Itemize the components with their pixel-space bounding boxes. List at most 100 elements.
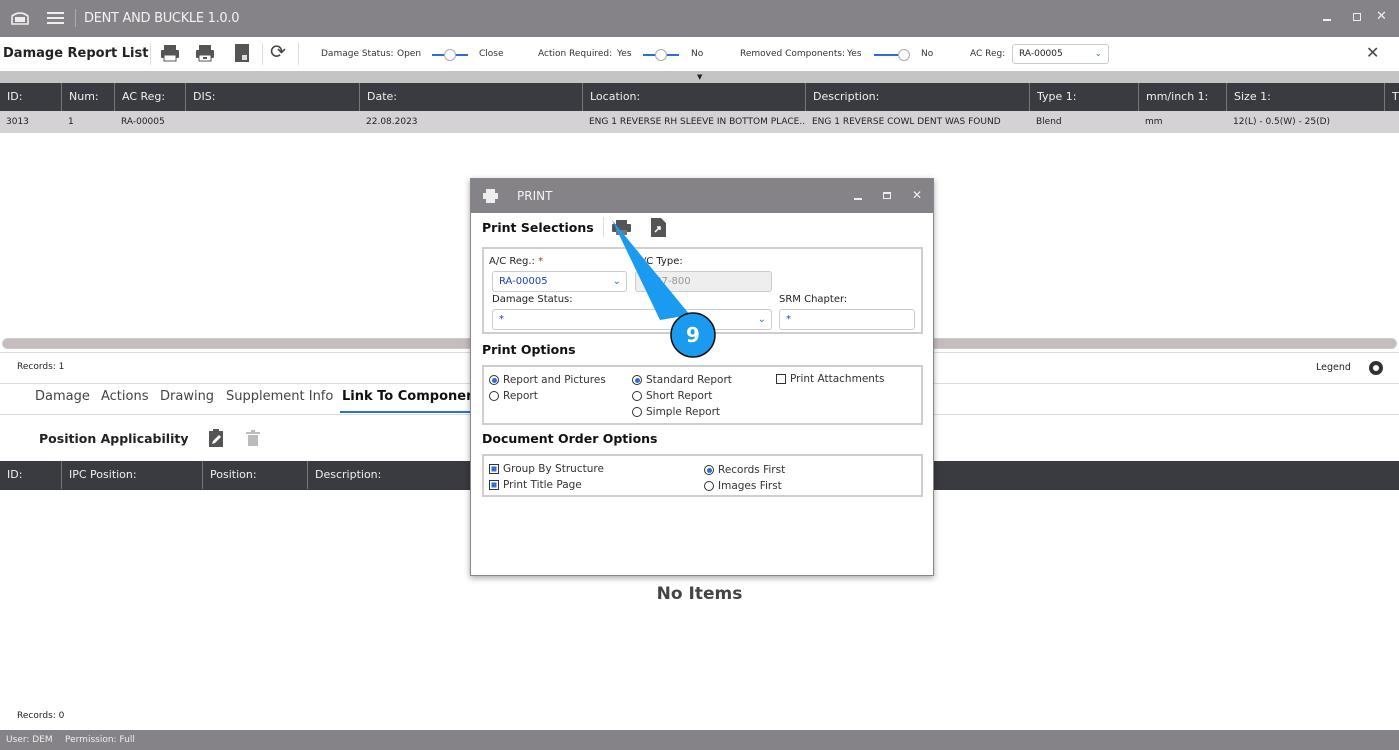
damage-status-close: Close [479, 49, 504, 59]
srm-chapter-input[interactable]: * [779, 309, 915, 330]
col-location[interactable]: Location: [583, 83, 806, 111]
ac-reg-label: A/C Reg.: * [489, 256, 544, 267]
srm-chapter-label: SRM Chapter: [779, 294, 848, 305]
tab-link-to-component[interactable]: Link To Component [342, 389, 482, 404]
app-logo-icon [11, 12, 29, 25]
cell-size1: 12(L) - 0.5(W) - 25(D) [1233, 117, 1331, 127]
action-required-toggle[interactable] [643, 49, 679, 61]
radio-records-first[interactable]: Records First [704, 464, 785, 476]
active-tab-indicator [340, 411, 475, 413]
damage-status-label: Damage Status: [492, 294, 573, 305]
triangle-down-icon: ▼ [697, 73, 703, 81]
app-title: DENT AND BUCKLE 1.0.0 [84, 11, 240, 26]
action-required-no: No [691, 49, 704, 59]
collapse-bar[interactable]: ▼ [0, 71, 1399, 83]
app-titlebar: DENT AND BUCKLE 1.0.0 ✕ [0, 0, 1399, 37]
cell-type1: Blend [1036, 117, 1062, 127]
checkbox-group-by-structure[interactable]: Group By Structure [489, 463, 604, 475]
legend-label: Legend [1316, 362, 1351, 373]
empty-state: No Items [656, 584, 743, 604]
excel-export-icon[interactable] [234, 43, 250, 63]
cell-location: ENG 1 REVERSE RH SLEEVE IN BOTTOM PLACE.… [589, 117, 806, 127]
col-position[interactable]: Position: [203, 461, 308, 489]
damage-table-header: ID: Num: AC Reg: DIS: Date: Location: De… [0, 83, 1399, 111]
damage-status-open: Open [397, 49, 422, 59]
cell-ac-reg: RA-00005 [121, 117, 165, 127]
ac-reg-label: AC Reg: [970, 49, 1006, 59]
close-app-button[interactable]: ✕ [1376, 9, 1387, 24]
print-dialog-titlebar[interactable]: PRINT ✕ [471, 179, 933, 213]
ac-reg-select[interactable]: RA-00005 ⌄ [1012, 44, 1109, 64]
removed-components-label: Removed Components: [740, 49, 846, 59]
ac-reg-value: RA-00005 [1019, 49, 1063, 59]
removed-components-no: No [921, 49, 934, 59]
user-label: User: DEM [6, 735, 53, 745]
cell-date: 22.08.2023 [366, 117, 418, 127]
table-row[interactable]: 3013 1 RA-00005 22.08.2023 ENG 1 REVERSE… [0, 111, 1399, 133]
radio-simple-report[interactable]: Simple Report [632, 406, 720, 418]
print-options-group: Report and Pictures Report Standard Repo… [482, 365, 923, 425]
print-preview-icon[interactable] [195, 44, 215, 62]
edit-icon[interactable] [208, 429, 224, 447]
radio-images-first[interactable]: Images First [704, 480, 782, 492]
col-mm-inch1[interactable]: mm/inch 1: [1139, 83, 1227, 111]
print-icon[interactable] [160, 44, 180, 62]
dialog-title: PRINT [517, 189, 553, 203]
close-dialog-button[interactable]: ✕ [912, 188, 922, 202]
minimize-button[interactable] [1323, 19, 1331, 21]
cell-id: 3013 [6, 117, 29, 127]
chevron-down-icon: ⌄ [757, 314, 766, 325]
tab-drawing[interactable]: Drawing [160, 389, 214, 404]
col-type2[interactable]: T [1385, 83, 1399, 111]
col-num[interactable]: Num: [62, 83, 115, 111]
col-ac-reg[interactable]: AC Reg: [115, 83, 186, 111]
position-title: Position Applicability [39, 431, 189, 446]
col-description[interactable]: Description: [806, 83, 1030, 111]
radio-standard-report[interactable]: Standard Report [632, 374, 732, 386]
damage-status-toggle[interactable] [432, 49, 468, 61]
document-order-group: Group By Structure Print Title Page Reco… [482, 454, 923, 497]
checkbox-print-attachments[interactable]: Print Attachments [776, 373, 885, 385]
close-list-button[interactable]: ✕ [1366, 43, 1379, 62]
callout-number: 9 [686, 323, 700, 347]
cell-mm-inch1: mm [1145, 117, 1163, 127]
tab-supplement-info[interactable]: Supplement Info [226, 389, 333, 404]
col-size1[interactable]: Size 1: [1227, 83, 1385, 111]
removed-components-toggle[interactable] [874, 49, 910, 61]
toolbar: Damage Report List ⟳ Damage Status: Open… [0, 37, 1399, 71]
menu-icon[interactable] [47, 12, 64, 24]
eye-icon[interactable] [1369, 361, 1383, 375]
minimize-button[interactable] [854, 198, 862, 200]
records-count: Records: 0 [17, 711, 65, 721]
checkbox-print-title-page[interactable]: Print Title Page [489, 479, 582, 491]
delete-icon[interactable] [246, 430, 260, 446]
radio-report-and-pictures[interactable]: Report and Pictures [489, 374, 606, 386]
tab-actions[interactable]: Actions [101, 389, 149, 404]
restore-button[interactable] [1353, 13, 1361, 21]
status-bar: User: DEM Permission: Full [0, 730, 1399, 750]
radio-short-report[interactable]: Short Report [632, 390, 712, 402]
tab-damage[interactable]: Damage [35, 389, 90, 404]
print-icon [483, 189, 498, 203]
permission-label: Permission: Full [65, 735, 135, 745]
records-count: Records: 1 [17, 362, 65, 372]
radio-report[interactable]: Report [489, 390, 538, 402]
refresh-icon[interactable]: ⟳ [270, 41, 286, 63]
col-dis[interactable]: DIS: [186, 83, 360, 111]
print-options-title: Print Options [482, 342, 576, 357]
maximize-button[interactable] [883, 192, 891, 199]
page-title: Damage Report List [3, 46, 149, 61]
col-id[interactable]: ID: [0, 461, 62, 489]
divider [75, 9, 76, 27]
print-selections-title: Print Selections [482, 220, 594, 235]
cell-num: 1 [68, 117, 74, 127]
col-date[interactable]: Date: [360, 83, 583, 111]
document-order-title: Document Order Options [482, 431, 658, 446]
col-ipc-position[interactable]: IPC Position: [62, 461, 203, 489]
damage-status-label: Damage Status: [321, 49, 394, 59]
col-id[interactable]: ID: [0, 83, 62, 111]
col-type1[interactable]: Type 1: [1030, 83, 1139, 111]
chevron-down-icon: ⌄ [1094, 49, 1102, 59]
cell-description: ENG 1 REVERSE COWL DENT WAS FOUND [812, 117, 1001, 127]
action-required-label: Action Required: [538, 49, 613, 59]
